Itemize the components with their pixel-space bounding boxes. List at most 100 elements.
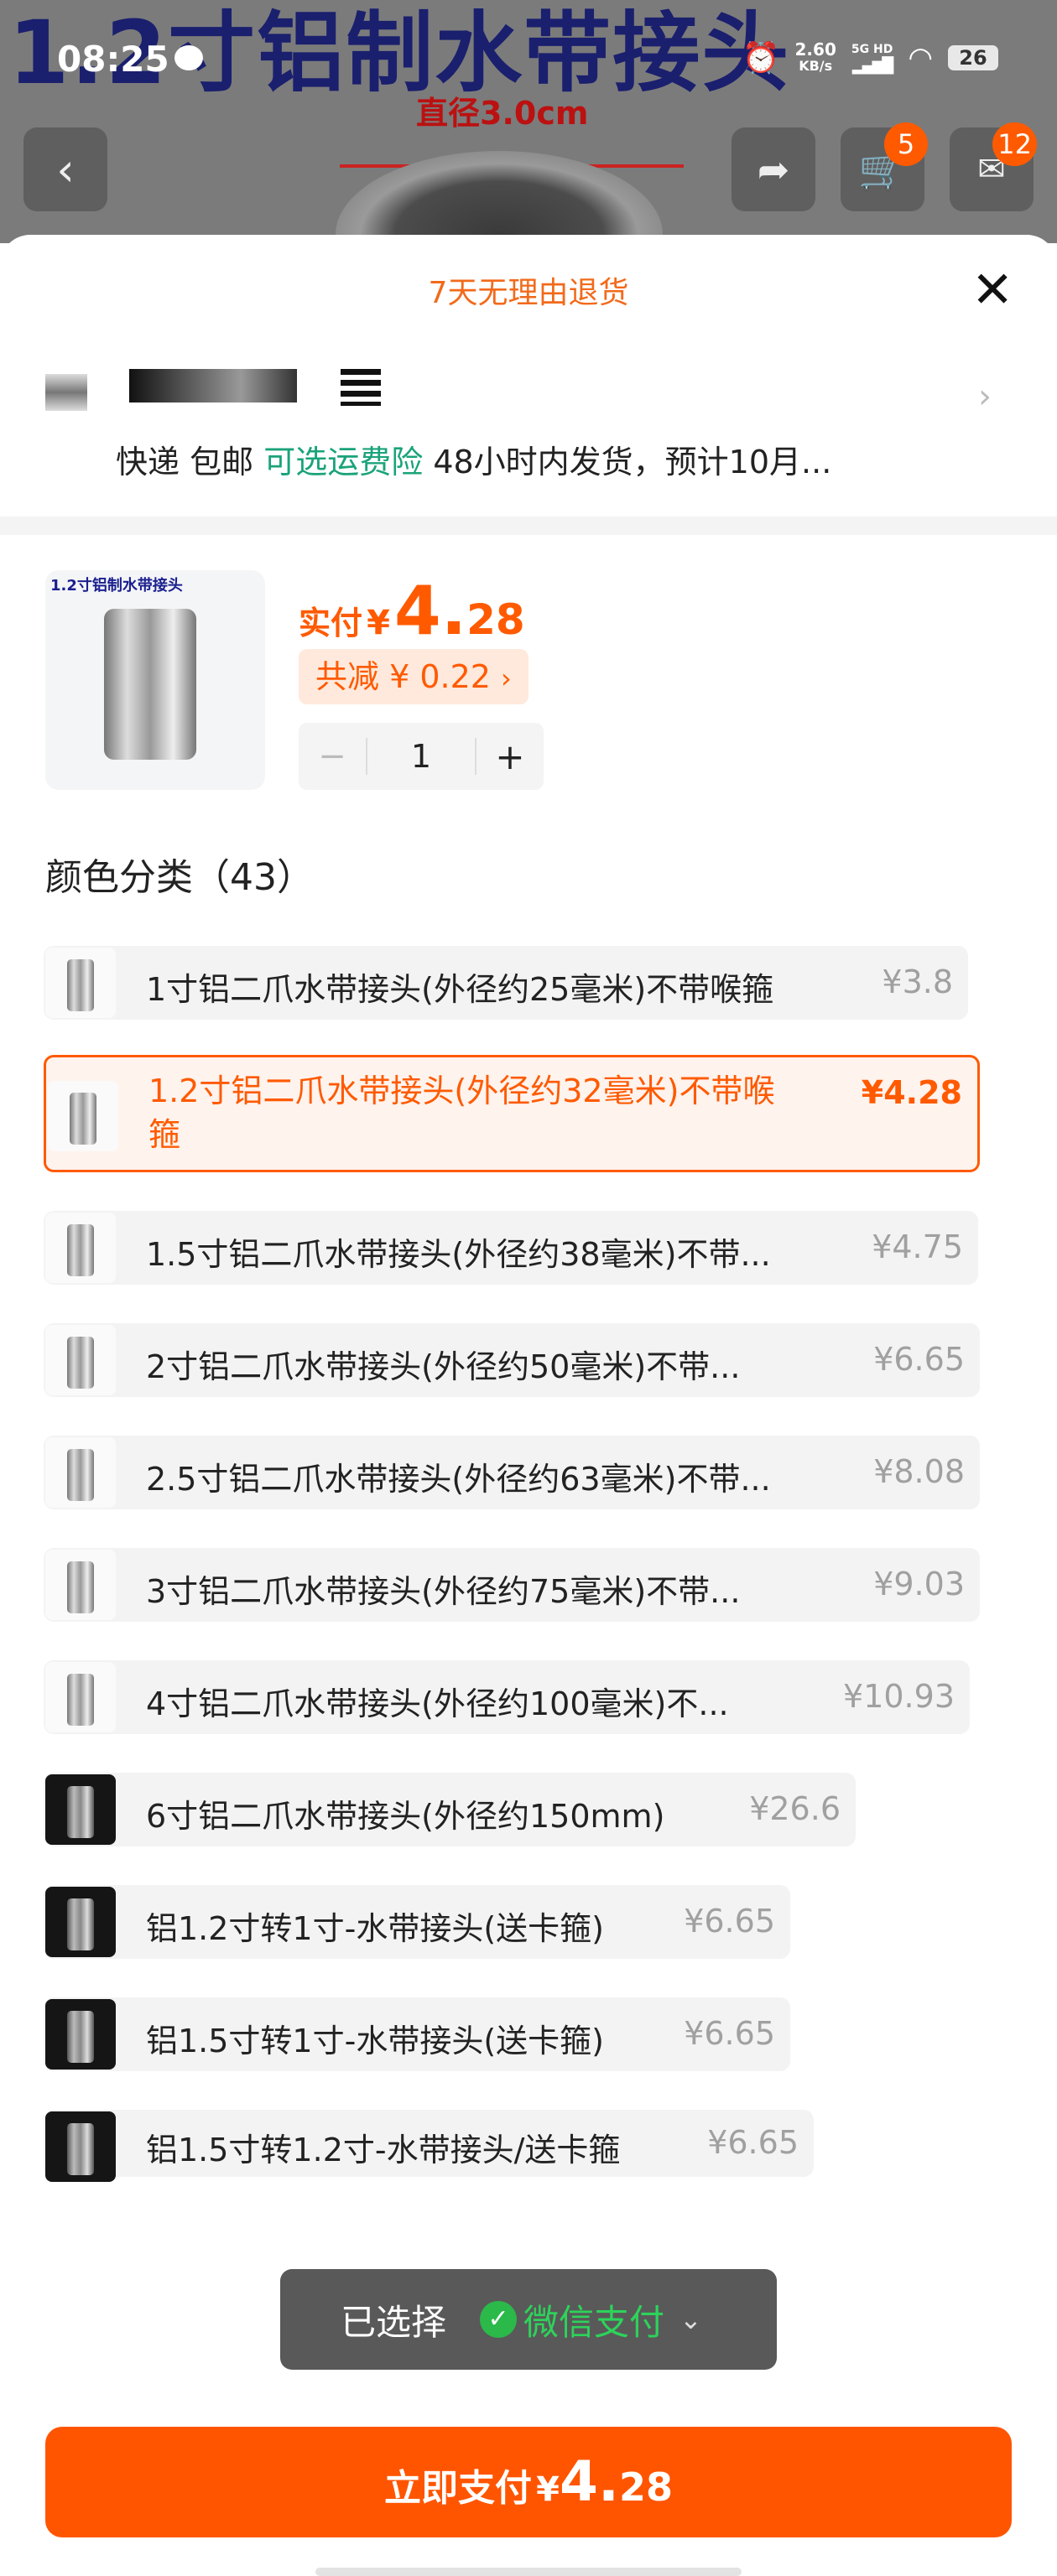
sku-option-label: 铝1.2寸转1寸-水带接头(送卡箍) [146, 1910, 604, 1947]
sku-option-price: ¥3.8 [882, 963, 953, 1000]
store-menu-icon [341, 369, 381, 406]
message-badge: 12 [992, 122, 1037, 166]
cart-badge: 5 [884, 122, 928, 166]
sku-option-thumbnail-part [67, 1561, 94, 1613]
chevron-right-icon: › [501, 662, 512, 694]
product-thumbnail-caption: 1.2寸铝制水带接头 [50, 577, 183, 595]
sku-option-price: ¥6.65 [707, 2124, 799, 2161]
toast-selected-label: 已选择 [341, 2301, 447, 2343]
share-button[interactable]: ➦ [732, 127, 815, 211]
net-speed-unit: KB/s [799, 58, 833, 74]
share-icon: ➦ [757, 147, 790, 192]
sku-option[interactable]: 1.5寸铝二爪水带接头(外径约38毫米)不带... ¥4.75 [44, 1211, 978, 1285]
battery-icon: 26 [948, 45, 998, 70]
sku-option-thumbnail [48, 1081, 118, 1151]
sku-option-thumbnail [45, 1774, 116, 1845]
pay-now-currency: ¥ [536, 2470, 560, 2509]
pay-now-price-int: 4. [559, 2449, 619, 2514]
close-icon[interactable]: ✕ [971, 265, 1013, 315]
discount-badge[interactable]: 共减 ¥ 0.22 › [299, 649, 528, 704]
net-speed-value: 2.60 [794, 39, 836, 60]
shipping-express: 快递 [116, 444, 180, 480]
actual-price-currency: ¥ [367, 604, 390, 642]
double-chevron-down-icon: ⌄ [680, 2303, 702, 2335]
sku-option-label: 1.2寸铝二爪水带接头(外径约32毫米)不带喉箍 [148, 1072, 775, 1153]
shipping-dispatch: 48小时内发货，预计10月... [433, 444, 832, 480]
sku-option-label: 1寸铝二爪水带接头(外径约25毫米)不带喉箍 [146, 971, 774, 1008]
shipping-insurance[interactable]: 可选运费险 [263, 444, 423, 480]
sku-option-label: 2寸铝二爪水带接头(外径约50毫米)不带... [146, 1348, 741, 1385]
wifi-icon: ◠ [908, 41, 933, 75]
sku-option-price: ¥8.08 [873, 1453, 965, 1490]
wechat-check-icon: ✓ [480, 2301, 518, 2338]
product-thumbnail-part [104, 609, 196, 760]
status-bar: 08:25 ⏰ 2.60 KB/s 5G HD ▂▄▆█ ◠ 26 [0, 32, 1057, 91]
increment-button[interactable]: + [476, 736, 544, 777]
background-dimension-label: 直径3.0cm [416, 95, 589, 132]
status-time: 08:25 [57, 39, 169, 80]
return-policy: 7天无理由退货 [428, 276, 629, 310]
sku-option-label: 1.5寸铝二爪水带接头(外径约38毫米)不带... [146, 1236, 771, 1273]
sku-option-price: ¥4.28 [861, 1074, 962, 1111]
cart-button[interactable]: 🛒 5 [841, 122, 928, 211]
sku-option[interactable]: 4寸铝二爪水带接头(外径约100毫米)不... ¥10.93 [44, 1660, 970, 1734]
sku-option[interactable]: 铝1.5寸转1寸-水带接头(送卡箍) ¥6.65 [44, 1997, 790, 2071]
shipping-info: 快递 包邮 可选运费险 48小时内发货，预计10月... [116, 436, 831, 482]
shipping-free: 包邮 [190, 444, 254, 480]
actual-price-int: 4. [394, 572, 467, 650]
pay-now-button[interactable]: 立即支付 ¥4.28 [45, 2427, 1012, 2537]
pay-now-price-dec: 28 [618, 2464, 673, 2510]
network-type-label: 5G HD [851, 43, 893, 56]
store-logo-blurred [45, 374, 87, 411]
decrement-button[interactable]: − [299, 737, 366, 776]
sku-option-thumbnail-part [67, 959, 94, 1011]
sku-option-price: ¥26.6 [749, 1790, 841, 1827]
sku-option-thumbnail [45, 1325, 116, 1395]
payment-method-toast[interactable]: 已选择 ✓ 微信支付 ⌄ [280, 2269, 777, 2370]
network-type: 5G HD ▂▄▆█ [851, 41, 893, 75]
sku-option-price: ¥4.75 [872, 1228, 963, 1265]
sku-option[interactable]: 铝1.2寸转1寸-水带接头(送卡箍) ¥6.65 [44, 1885, 790, 1959]
home-indicator[interactable] [315, 2568, 742, 2576]
actual-price: 实付 ¥ 4.28 [299, 572, 525, 650]
net-speed: 2.60 KB/s [795, 41, 836, 75]
quantity-value[interactable]: 1 [366, 738, 476, 775]
sku-option-label: 3寸铝二爪水带接头(外径约75毫米)不带... [146, 1573, 741, 1610]
sku-option-thumbnail-part [67, 1337, 94, 1389]
store-row[interactable]: › [45, 369, 1018, 419]
sku-option-price: ¥6.65 [684, 2015, 775, 2052]
sku-option-thumbnail [45, 948, 116, 1018]
store-name-blurred [129, 369, 297, 402]
sku-option-thumbnail [45, 1887, 116, 1957]
sku-option[interactable]: 6寸铝二爪水带接头(外径约150mm) ¥26.6 [44, 1773, 856, 1846]
sku-option-thumbnail-part [67, 1898, 94, 1950]
signal-icon: ▂▄▆█ [851, 57, 893, 75]
sku-option-label: 6寸铝二爪水带接头(外径约150mm) [146, 1798, 665, 1835]
sku-option-thumbnail-part [67, 2123, 94, 2175]
sku-option[interactable]: 2寸铝二爪水带接头(外径约50毫米)不带... ¥6.65 [44, 1323, 980, 1397]
sku-option-thumbnail [45, 1662, 116, 1732]
message-button[interactable]: ✉ 12 [950, 122, 1037, 211]
sku-option[interactable]: 3寸铝二爪水带接头(外径约75毫米)不带... ¥9.03 [44, 1548, 980, 1622]
sku-option-thumbnail-part [67, 1224, 94, 1276]
sku-option-thumbnail-part [70, 1093, 96, 1145]
pay-now-label: 立即支付 [384, 2467, 533, 2510]
sku-option-price: ¥10.93 [843, 1678, 955, 1715]
category-title: 颜色分类（43） [45, 856, 314, 899]
section-divider [0, 517, 1057, 535]
sku-option[interactable]: 铝1.5寸转1.2寸-水带接头/送卡箍 ¥6.65 [44, 2110, 814, 2182]
actual-price-label: 实付 [299, 605, 363, 641]
sku-option[interactable]: 1.2寸铝二爪水带接头(外径约32毫米)不带喉箍 ¥4.28 [44, 1055, 980, 1172]
back-button[interactable]: ‹ [23, 127, 107, 211]
sku-option[interactable]: 1寸铝二爪水带接头(外径约25毫米)不带喉箍 ¥3.8 [44, 946, 968, 1020]
chevron-right-icon: › [978, 377, 992, 416]
sku-option[interactable]: 2.5寸铝二爪水带接头(外径约63毫米)不带... ¥8.08 [44, 1436, 980, 1509]
product-thumbnail[interactable]: 1.2寸铝制水带接头 [45, 570, 265, 790]
sku-option-price: ¥6.65 [873, 1341, 965, 1378]
sku-option-price: ¥9.03 [873, 1566, 965, 1602]
sku-option-label: 铝1.5寸转1.2寸-水带接头/送卡箍 [146, 2132, 621, 2168]
sku-option-label: 铝1.5寸转1寸-水带接头(送卡箍) [146, 2023, 604, 2059]
sku-option-label: 4寸铝二爪水带接头(外径约100毫米)不... [146, 1685, 729, 1722]
toast-payment-method: 微信支付 [523, 2301, 665, 2343]
chat-notification-icon [174, 45, 203, 70]
